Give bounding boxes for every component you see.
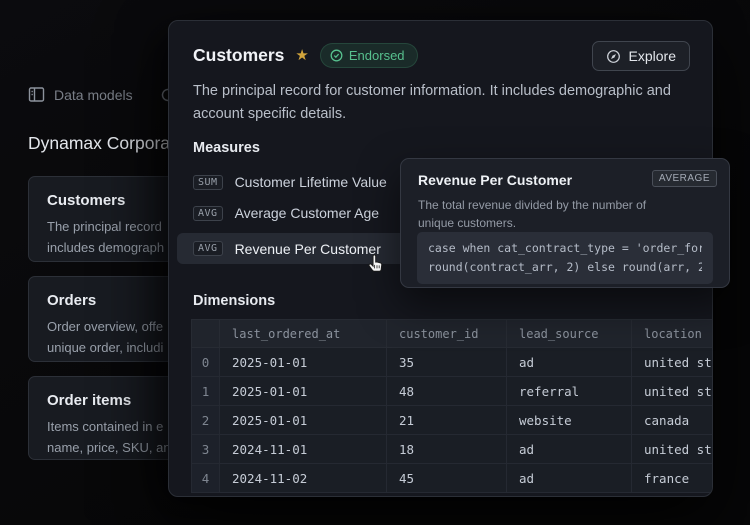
measure-name: Average Customer Age xyxy=(235,205,380,221)
endorsed-label: Endorsed xyxy=(349,48,405,63)
table-cell: ad xyxy=(507,464,632,493)
table-cell: united states xyxy=(632,435,713,464)
table-cell: website xyxy=(507,406,632,435)
table-cell: ad xyxy=(507,348,632,377)
aggregation-type-badge: AVERAGE xyxy=(652,170,717,187)
data-models-icon xyxy=(28,86,45,103)
table-row: 4 2024-11-02 45 ad france xyxy=(192,464,713,493)
star-icon[interactable]: ★ xyxy=(295,48,308,63)
table-cell: canada xyxy=(632,406,713,435)
tooltip-title: Revenue Per Customer xyxy=(418,172,572,188)
row-index: 0 xyxy=(192,348,220,377)
cursor-pointer-icon xyxy=(365,253,386,280)
table-cell: 45 xyxy=(387,464,507,493)
dimensions-table-container: last_ordered_at customer_id lead_source … xyxy=(191,319,712,496)
table-header-location: location xyxy=(632,320,713,348)
table-cell: 18 xyxy=(387,435,507,464)
workspace-title: Dynamax Corpora xyxy=(28,133,170,154)
table-cell: 2025-01-01 xyxy=(220,348,387,377)
explore-button[interactable]: Explore xyxy=(592,41,690,71)
row-index: 3 xyxy=(192,435,220,464)
aggregation-badge-avg: AVG xyxy=(193,206,223,221)
endorsed-badge: Endorsed xyxy=(320,43,418,68)
endorsed-check-icon xyxy=(330,49,343,62)
measure-name: Customer Lifetime Value xyxy=(235,174,387,190)
table-cell: 48 xyxy=(387,377,507,406)
table-header-customer-id: customer_id xyxy=(387,320,507,348)
table-header-last-ordered-at: last_ordered_at xyxy=(220,320,387,348)
table-cell: ad xyxy=(507,435,632,464)
table-row: 2 2025-01-01 21 website canada xyxy=(192,406,713,435)
table-row: 1 2025-01-01 48 referral united states xyxy=(192,377,713,406)
table-cell: 2024-11-01 xyxy=(220,435,387,464)
table-cell: 21 xyxy=(387,406,507,435)
dimensions-table: last_ordered_at customer_id lead_source … xyxy=(191,319,712,493)
table-header-lead-source: lead_source xyxy=(507,320,632,348)
table-cell: 2024-11-02 xyxy=(220,464,387,493)
table-cell: united states xyxy=(632,377,713,406)
aggregation-badge-avg: AVG xyxy=(193,241,223,256)
aggregation-badge-sum: SUM xyxy=(193,175,223,190)
dimensions-heading: Dimensions xyxy=(193,293,275,309)
row-index: 1 xyxy=(192,377,220,406)
tooltip-description: The total revenue divided by the number … xyxy=(418,196,682,232)
row-index: 2 xyxy=(192,406,220,435)
sql-code-line: case when cat_contract_type = 'order_for… xyxy=(428,239,702,258)
explore-label: Explore xyxy=(629,48,676,64)
page-title: Customers xyxy=(193,45,284,66)
model-description: The principal record for customer inform… xyxy=(193,80,701,126)
measure-tooltip: Revenue Per Customer AVERAGE The total r… xyxy=(400,158,730,288)
table-header-row: last_ordered_at customer_id lead_source … xyxy=(192,320,713,348)
table-cell: referral xyxy=(507,377,632,406)
sql-code-line: round(contract_arr, 2) else round(arr, 2… xyxy=(428,258,702,277)
measures-heading: Measures xyxy=(193,140,260,156)
sql-code-block: case when cat_contract_type = 'order_for… xyxy=(417,232,713,284)
row-index: 4 xyxy=(192,464,220,493)
explore-compass-icon xyxy=(606,49,621,64)
table-cell: 35 xyxy=(387,348,507,377)
nav-data-models[interactable]: Data models xyxy=(54,87,133,103)
measure-name: Revenue Per Customer xyxy=(235,241,381,257)
table-row: 0 2025-01-01 35 ad united states xyxy=(192,348,713,377)
table-cell: united states xyxy=(632,348,713,377)
table-header-index xyxy=(192,320,220,348)
table-cell: france xyxy=(632,464,713,493)
table-cell: 2025-01-01 xyxy=(220,377,387,406)
table-row: 3 2024-11-01 18 ad united states xyxy=(192,435,713,464)
table-cell: 2025-01-01 xyxy=(220,406,387,435)
